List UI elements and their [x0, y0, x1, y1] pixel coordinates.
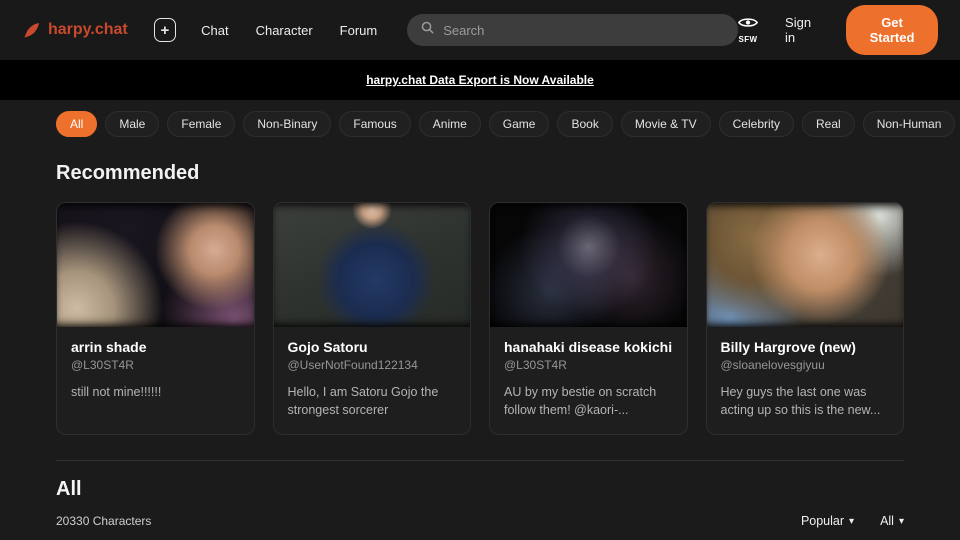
- character-description: Hey guys the last one was acting up so t…: [721, 384, 890, 420]
- character-handle: @sloanelovesgiyuu: [721, 358, 890, 372]
- sign-in-link[interactable]: Sign in: [785, 15, 819, 45]
- filter-pill-non-human[interactable]: Non-Human: [863, 111, 956, 137]
- logo-text: harpy.chat: [48, 21, 128, 39]
- character-handle: @L30ST4R: [71, 358, 240, 372]
- character-description: AU by my bestie on scratch follow them! …: [504, 384, 673, 420]
- filter-pill-movie-tv[interactable]: Movie & TV: [621, 111, 711, 137]
- logo[interactable]: harpy.chat: [22, 21, 128, 40]
- section-divider: [56, 460, 904, 461]
- eye-icon: [738, 16, 758, 34]
- filter-pill-male[interactable]: Male: [105, 111, 159, 137]
- category-filter-bar: All Male Female Non-Binary Famous Anime …: [56, 111, 904, 137]
- get-started-button[interactable]: Get Started: [846, 5, 938, 55]
- search-icon: [420, 20, 435, 40]
- nav-right: SFW Sign in Get Started: [738, 5, 938, 55]
- category-dropdown-label: All: [880, 514, 894, 528]
- main-content: All Male Female Non-Binary Famous Anime …: [0, 111, 960, 528]
- nav-link-forum[interactable]: Forum: [340, 23, 378, 38]
- filter-pill-anime[interactable]: Anime: [419, 111, 481, 137]
- sort-dropdown-label: Popular: [801, 514, 844, 528]
- sort-controls: Popular ▾ All ▾: [801, 514, 904, 528]
- character-card[interactable]: Gojo Satoru @UserNotFound122134 Hello, I…: [273, 202, 472, 435]
- search-bar[interactable]: [407, 14, 738, 46]
- sort-dropdown[interactable]: Popular ▾: [801, 514, 854, 528]
- nav-links: Chat Character Forum: [201, 23, 377, 38]
- filter-pill-game[interactable]: Game: [489, 111, 550, 137]
- feather-icon: [22, 21, 41, 40]
- character-name: arrin shade: [71, 339, 240, 355]
- character-name: Billy Hargrove (new): [721, 339, 890, 355]
- create-character-button[interactable]: +: [154, 18, 176, 42]
- all-toolbar: 20330 Characters Popular ▾ All ▾: [56, 514, 904, 528]
- recommended-cards: arrin shade @L30ST4R still not mine!!!!!…: [56, 202, 904, 435]
- filter-pill-famous[interactable]: Famous: [339, 111, 410, 137]
- plus-icon: +: [161, 23, 170, 38]
- character-description: Hello, I am Satoru Gojo the strongest so…: [288, 384, 457, 420]
- chevron-down-icon: ▾: [849, 516, 854, 527]
- announcement-banner: harpy.chat Data Export is Now Available: [0, 60, 960, 100]
- filter-pill-real[interactable]: Real: [802, 111, 855, 137]
- character-count: 20330 Characters: [56, 514, 151, 528]
- card-body: hanahaki disease kokichi @L30ST4R AU by …: [490, 327, 687, 432]
- nav-link-chat[interactable]: Chat: [201, 23, 228, 38]
- sfw-label: SFW: [739, 35, 758, 44]
- character-description: still not mine!!!!!!: [71, 384, 240, 402]
- character-handle: @L30ST4R: [504, 358, 673, 372]
- character-card[interactable]: arrin shade @L30ST4R still not mine!!!!!…: [56, 202, 255, 435]
- sfw-toggle[interactable]: SFW: [738, 16, 758, 44]
- character-name: Gojo Satoru: [288, 339, 457, 355]
- character-image: [707, 203, 904, 327]
- character-image: [57, 203, 254, 327]
- all-heading: All: [56, 478, 904, 501]
- character-name: hanahaki disease kokichi: [504, 339, 673, 355]
- navbar: harpy.chat + Chat Character Forum SFW Si…: [0, 0, 960, 60]
- nav-link-character[interactable]: Character: [256, 23, 313, 38]
- filter-pill-all[interactable]: All: [56, 111, 97, 137]
- filter-pill-female[interactable]: Female: [167, 111, 235, 137]
- filter-pill-celebrity[interactable]: Celebrity: [719, 111, 794, 137]
- filter-pill-book[interactable]: Book: [557, 111, 612, 137]
- character-handle: @UserNotFound122134: [288, 358, 457, 372]
- character-card[interactable]: Billy Hargrove (new) @sloanelovesgiyuu H…: [706, 202, 905, 435]
- filter-pill-non-binary[interactable]: Non-Binary: [243, 111, 331, 137]
- search-input[interactable]: [443, 23, 725, 38]
- character-card[interactable]: hanahaki disease kokichi @L30ST4R AU by …: [489, 202, 688, 435]
- character-image: [274, 203, 471, 327]
- card-body: Gojo Satoru @UserNotFound122134 Hello, I…: [274, 327, 471, 432]
- chevron-down-icon: ▾: [899, 516, 904, 527]
- category-dropdown[interactable]: All ▾: [880, 514, 904, 528]
- character-image: [490, 203, 687, 327]
- card-body: Billy Hargrove (new) @sloanelovesgiyuu H…: [707, 327, 904, 432]
- recommended-heading: Recommended: [56, 162, 904, 185]
- card-body: arrin shade @L30ST4R still not mine!!!!!…: [57, 327, 254, 414]
- announcement-link[interactable]: harpy.chat Data Export is Now Available: [366, 73, 594, 87]
